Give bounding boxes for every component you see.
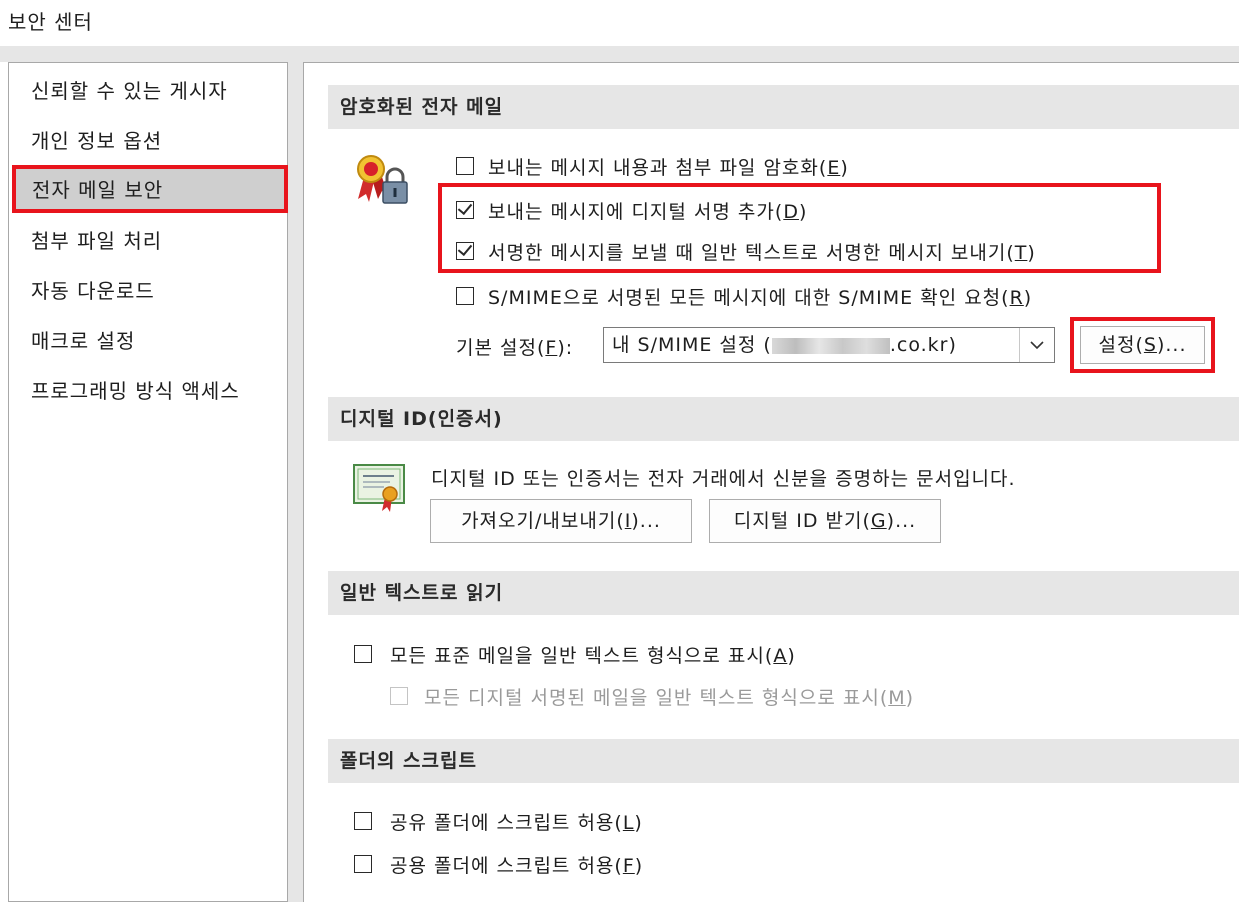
option-label: 모든 표준 메일을 일반 텍스트 형식으로 표시(A) — [390, 645, 796, 667]
digital-id-description: 디지털 ID 또는 인증서는 전자 거래에서 신분을 증명하는 문서입니다. — [431, 468, 1016, 490]
option-label: S/MIME으로 서명된 모든 메시지에 대한 S/MIME 확인 요청(R) — [488, 287, 1033, 309]
option-label: 서명한 메시지를 보낼 때 일반 텍스트로 서명한 메시지 보내기(T) — [488, 242, 1036, 264]
redacted-text — [771, 337, 890, 354]
sidebar-item-label: 매크로 설정 — [31, 329, 136, 353]
option-label: 모든 디지털 서명된 메일을 일반 텍스트 형식으로 표시(M) — [424, 687, 915, 709]
sidebar-item-label: 자동 다운로드 — [31, 279, 155, 303]
sidebar-item-automatic-download[interactable]: 자동 다운로드 — [13, 267, 285, 315]
default-setting-dropdown[interactable]: 내 S/MIME 설정 (.co.kr) — [603, 327, 1055, 363]
read-standard-mail-plain-text-checkbox[interactable] — [354, 645, 372, 663]
sidebar-item-label: 전자 메일 보안 — [32, 178, 164, 202]
encrypt-contents-checkbox[interactable] — [456, 157, 474, 175]
section-header-folder-scripts: 폴더의 스크립트 — [328, 739, 1239, 783]
sidebar-item-programmatic-access[interactable]: 프로그래밍 방식 액세스 — [13, 367, 285, 415]
option-label: 공용 폴더에 스크립트 허용(F) — [390, 855, 644, 877]
default-setting-value: 내 S/MIME 설정 (.co.kr) — [612, 334, 957, 356]
section-header-encrypted-email: 암호화된 전자 메일 — [328, 85, 1239, 129]
sidebar-item-label: 첨부 파일 처리 — [31, 229, 163, 253]
get-digital-id-button[interactable]: 디지털 ID 받기(G)... — [709, 499, 941, 543]
sidebar-item-label: 개인 정보 옵션 — [31, 129, 163, 153]
settings-button[interactable]: 설정(S)... — [1080, 326, 1205, 364]
add-digital-signature-checkbox[interactable] — [456, 201, 474, 219]
default-setting-label: 기본 설정(F): — [456, 337, 574, 359]
read-signed-mail-plain-text-checkbox — [390, 687, 408, 705]
request-smime-receipt-checkbox[interactable] — [456, 287, 474, 305]
shared-folder-scripts-checkbox[interactable] — [354, 812, 372, 830]
section-header-plain-text: 일반 텍스트로 읽기 — [328, 571, 1239, 615]
title-bar: 보안 센터 — [0, 0, 1239, 46]
sidebar-item-label: 신뢰할 수 있는 게시자 — [31, 79, 228, 103]
public-folder-scripts-checkbox[interactable] — [354, 855, 372, 873]
window-title: 보안 센터 — [8, 10, 93, 34]
sidebar-item-privacy-options[interactable]: 개인 정보 옵션 — [13, 117, 285, 165]
section-header-digital-id: 디지털 ID(인증서) — [328, 397, 1239, 441]
sidebar-item-email-security[interactable]: 전자 메일 보안 — [12, 165, 288, 213]
certificate-lock-icon — [354, 151, 410, 207]
chevron-down-icon[interactable] — [1019, 328, 1054, 362]
sidebar-item-label: 프로그래밍 방식 액세스 — [31, 379, 240, 403]
send-clear-text-signed-checkbox[interactable] — [456, 242, 474, 260]
main-pane: 암호화된 전자 메일 보내는 메시지 내용과 첨부 파일 암호화(E) 보내는 … — [303, 62, 1239, 902]
header-separator — [0, 46, 1239, 62]
sidebar-item-macro-settings[interactable]: 매크로 설정 — [13, 317, 285, 365]
sidebar: 신뢰할 수 있는 게시자 개인 정보 옵션 전자 메일 보안 첨부 파일 처리 … — [8, 62, 288, 902]
pane-divider — [288, 62, 303, 902]
option-label: 보내는 메시지에 디지털 서명 추가(D) — [488, 201, 808, 223]
option-label: 보내는 메시지 내용과 첨부 파일 암호화(E) — [488, 157, 849, 179]
certificate-document-icon — [352, 461, 408, 513]
import-export-button[interactable]: 가져오기/내보내기(I)... — [430, 499, 692, 543]
option-label: 공유 폴더에 스크립트 허용(L) — [390, 812, 643, 834]
sidebar-item-trusted-publishers[interactable]: 신뢰할 수 있는 게시자 — [13, 67, 285, 115]
sidebar-item-attachment-handling[interactable]: 첨부 파일 처리 — [13, 217, 285, 265]
